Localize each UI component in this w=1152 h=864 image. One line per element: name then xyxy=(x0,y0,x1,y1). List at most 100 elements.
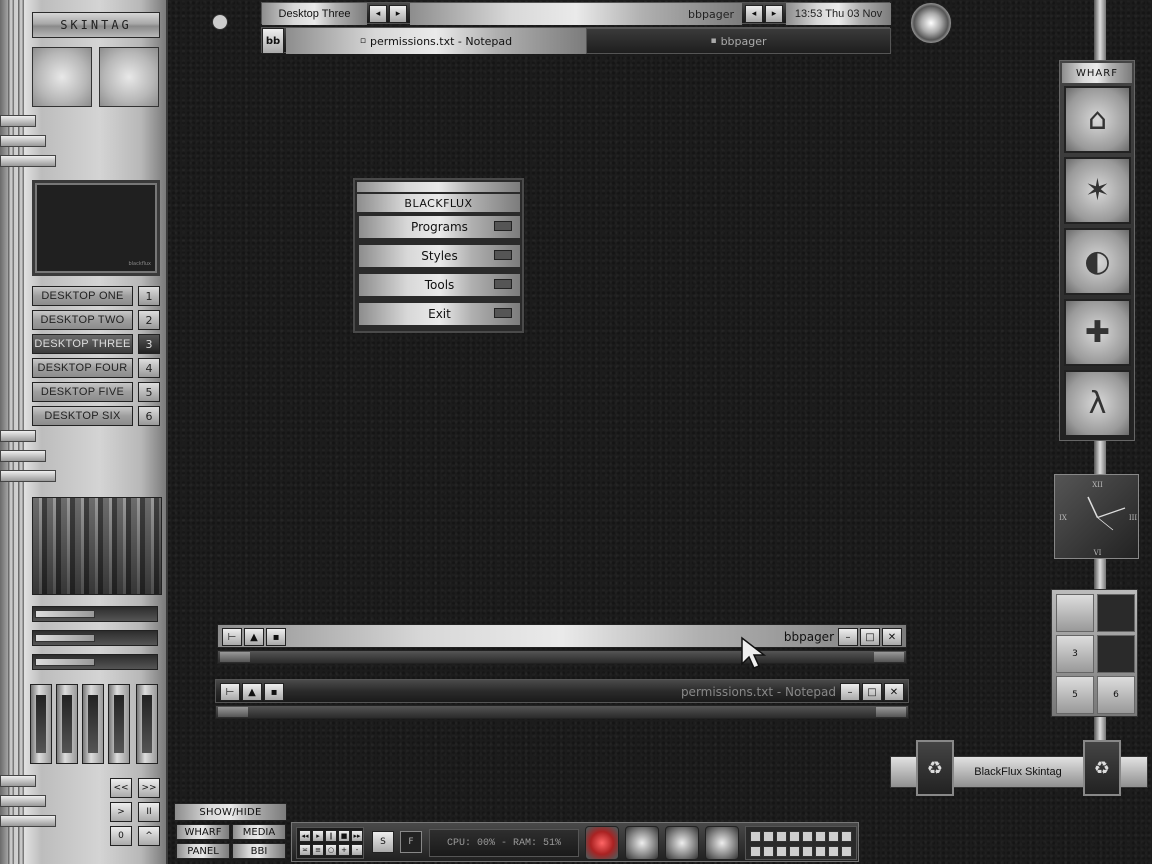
resize-grip[interactable] xyxy=(218,707,248,717)
tray-icon[interactable] xyxy=(776,831,787,842)
pause-icon[interactable]: ∥ xyxy=(325,830,337,842)
task-notepad[interactable]: ▫ permissions.txt - Notepad xyxy=(286,28,586,54)
next-button[interactable]: >> xyxy=(138,778,160,798)
menu-item-programs[interactable]: Programs xyxy=(359,216,520,238)
eq-bar[interactable] xyxy=(56,684,78,764)
desktop-three-button[interactable]: DESKTOP THREE xyxy=(32,334,133,354)
mail-icon[interactable] xyxy=(585,826,619,860)
seek-slider[interactable] xyxy=(32,654,158,670)
stop-icon[interactable]: ■ xyxy=(338,830,350,842)
stick-icon[interactable]: ⊢ xyxy=(222,628,242,646)
prev-button[interactable]: << xyxy=(110,778,132,798)
volume-down-icon[interactable]: - xyxy=(351,844,363,856)
pager-cell[interactable] xyxy=(1097,594,1135,632)
media-button[interactable]: MEDIA xyxy=(232,824,286,840)
media-player-icon[interactable] xyxy=(665,826,699,860)
balance-slider[interactable] xyxy=(32,630,158,646)
resize-grip[interactable] xyxy=(874,652,904,662)
pager-cell-active[interactable]: 3 xyxy=(1056,635,1094,673)
volume-up-icon[interactable]: + xyxy=(338,844,350,856)
resize-grip[interactable] xyxy=(876,707,906,717)
puzzle-icon[interactable]: ✚ xyxy=(1064,299,1131,366)
play-button[interactable]: > xyxy=(110,802,132,822)
eq-bar[interactable] xyxy=(82,684,104,764)
rewind-icon[interactable]: ◂◂ xyxy=(299,830,311,842)
bbi-button[interactable]: BBI xyxy=(232,843,286,859)
show-hide-button[interactable]: SHOW/HIDE xyxy=(174,803,287,821)
window-handle[interactable] xyxy=(217,650,907,664)
f-button[interactable]: F xyxy=(400,831,422,853)
tray-icon[interactable] xyxy=(802,831,813,842)
forward-icon[interactable]: ▸▸ xyxy=(351,830,363,842)
wharf-button[interactable]: WHARF xyxy=(176,824,230,840)
desktop-five-button[interactable]: DESKTOP FIVE xyxy=(32,382,133,402)
minimize-icon[interactable]: – xyxy=(838,628,858,646)
tray-icon[interactable] xyxy=(841,831,852,842)
eq-bar[interactable] xyxy=(136,684,158,764)
task-bbpager[interactable]: ▪ bbpager xyxy=(586,28,891,54)
shade-icon[interactable]: ▲ xyxy=(244,628,264,646)
playlist-icon[interactable]: ≡ xyxy=(312,844,324,856)
workspace-next-button[interactable]: ▸ xyxy=(389,5,407,23)
half-life-icon[interactable]: λ xyxy=(1064,370,1131,437)
tray-icon[interactable] xyxy=(841,846,852,857)
workspace-prev-button[interactable]: ◂ xyxy=(369,5,387,23)
eq-bar[interactable] xyxy=(30,684,52,764)
maximize-icon[interactable]: □ xyxy=(862,683,882,701)
menu-item-exit[interactable]: Exit xyxy=(359,303,520,325)
pager-cell[interactable] xyxy=(1097,635,1135,673)
s-button[interactable]: S xyxy=(372,831,394,853)
eq-bar[interactable] xyxy=(108,684,130,764)
menu-icon[interactable]: ▪ xyxy=(266,628,286,646)
skin-button-right[interactable] xyxy=(99,47,159,107)
cd-icon[interactable] xyxy=(625,826,659,860)
shade-icon[interactable]: ▲ xyxy=(242,683,262,701)
pager-cell[interactable]: 6 xyxy=(1097,676,1135,714)
pager-cell[interactable]: 5 xyxy=(1056,676,1094,714)
tray-icon[interactable] xyxy=(789,846,800,857)
tray-icon[interactable] xyxy=(789,831,800,842)
volume-slider[interactable] xyxy=(32,606,158,622)
tray-icon[interactable] xyxy=(815,831,826,842)
tray-icon[interactable] xyxy=(815,846,826,857)
tray-icon[interactable] xyxy=(828,846,839,857)
tray-icon[interactable] xyxy=(776,846,787,857)
tray-icon[interactable] xyxy=(750,831,761,842)
menu-icon[interactable]: ▪ xyxy=(264,683,284,701)
window-next-button[interactable]: ▸ xyxy=(765,5,783,23)
play-icon[interactable]: ▸ xyxy=(312,830,324,842)
tray-icon[interactable] xyxy=(763,846,774,857)
stick-icon[interactable]: ⊢ xyxy=(220,683,240,701)
minimize-icon[interactable]: – xyxy=(840,683,860,701)
resize-grip[interactable] xyxy=(220,652,250,662)
maximize-icon[interactable]: □ xyxy=(860,628,880,646)
network-icon[interactable]: ⌂ xyxy=(1064,86,1131,153)
window-handle[interactable] xyxy=(215,705,909,719)
desktop-two-num[interactable]: 2 xyxy=(138,310,160,330)
panel-button[interactable]: PANEL xyxy=(176,843,230,859)
menu-handle[interactable] xyxy=(357,182,520,192)
blackbox-logo-icon[interactable] xyxy=(212,14,228,30)
close-icon[interactable]: ✕ xyxy=(884,683,904,701)
window-prev-button[interactable]: ◂ xyxy=(745,5,763,23)
dragon-icon[interactable]: ✶ xyxy=(1064,157,1131,224)
menu-item-styles[interactable]: Styles xyxy=(359,245,520,267)
window-titlebar[interactable]: ⊢ ▲ ▪ bbpager – □ ✕ xyxy=(217,624,907,648)
desktop-three-num[interactable]: 3 xyxy=(138,334,160,354)
tray-icon[interactable] xyxy=(828,831,839,842)
window-label[interactable]: bbpager xyxy=(410,3,742,25)
desktop-two-button[interactable]: DESKTOP TWO xyxy=(32,310,133,330)
shuffle-icon[interactable]: ≍ xyxy=(299,844,311,856)
nvidia-icon[interactable]: ◐ xyxy=(1064,228,1131,295)
disk-icon[interactable] xyxy=(705,826,739,860)
pager-cell[interactable] xyxy=(1056,594,1094,632)
repeat-icon[interactable]: ○ xyxy=(325,844,337,856)
eject-button[interactable]: ^ xyxy=(138,826,160,846)
workspace-label[interactable]: Desktop Three xyxy=(262,3,367,25)
desktop-six-num[interactable]: 6 xyxy=(138,406,160,426)
close-icon[interactable]: ✕ xyxy=(882,628,902,646)
desktop-five-num[interactable]: 5 xyxy=(138,382,160,402)
tray-icon[interactable] xyxy=(763,831,774,842)
desktop-one-button[interactable]: DESKTOP ONE xyxy=(32,286,133,306)
desktop-one-num[interactable]: 1 xyxy=(138,286,160,306)
